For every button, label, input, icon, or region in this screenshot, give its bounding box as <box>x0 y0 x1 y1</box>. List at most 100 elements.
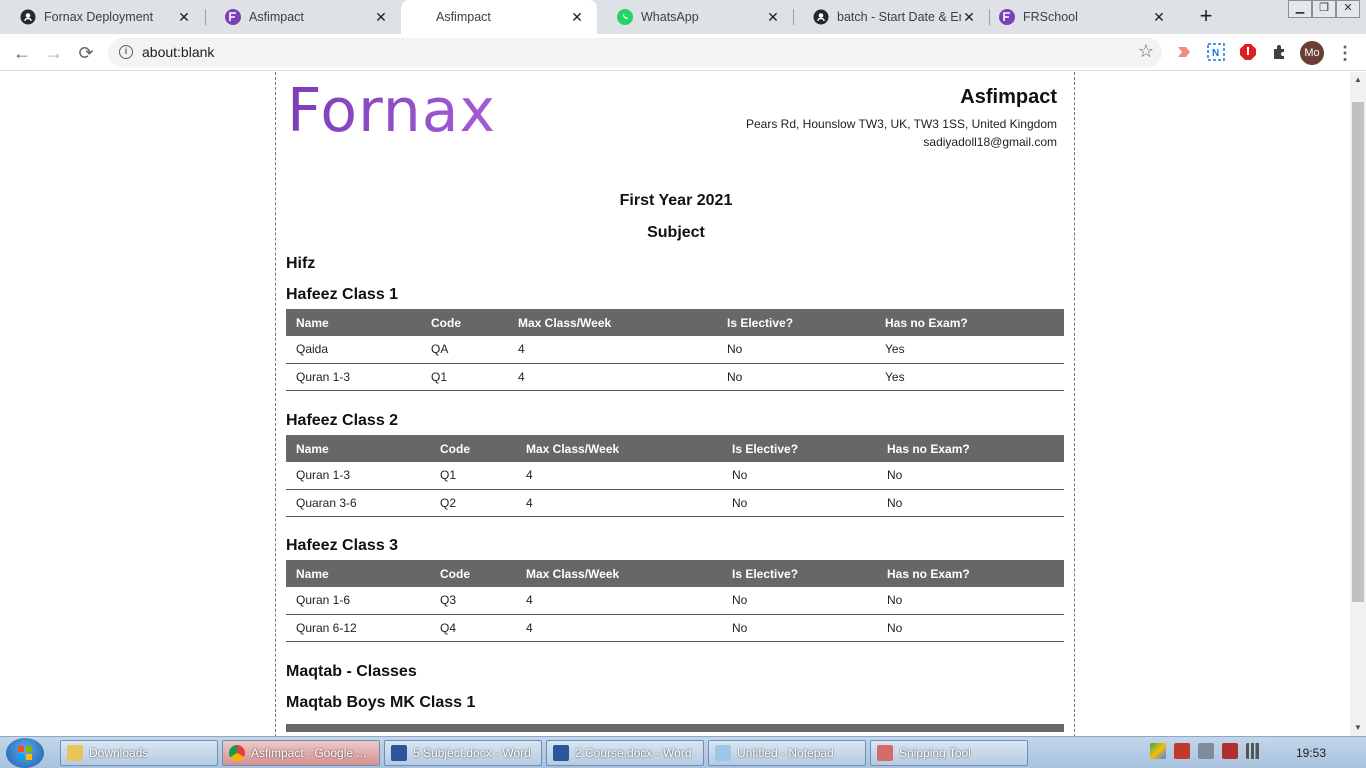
forward-button[interactable]: → <box>42 41 66 65</box>
table-header-partial <box>286 724 1064 732</box>
speaker-icon[interactable] <box>1198 743 1214 759</box>
extensions-puzzle-icon[interactable] <box>1271 43 1289 61</box>
tab-asfimpact-active[interactable]: Asfimpact ✕ <box>401 0 597 34</box>
column-header-max-class: Max Class/Week <box>508 309 717 336</box>
class-heading: Maqtab Boys MK Class 1 <box>286 694 476 711</box>
cell-max-class: 4 <box>516 587 722 615</box>
cell-no-exam: No <box>877 587 1064 615</box>
close-icon[interactable]: ✕ <box>176 9 192 25</box>
column-header-no-exam: Has no Exam? <box>877 560 1064 587</box>
back-button[interactable]: ← <box>10 41 34 65</box>
tab-title: FRSchool <box>1023 10 1078 24</box>
year-title: First Year 2021 <box>619 192 733 209</box>
close-icon[interactable]: ✕ <box>373 9 389 25</box>
whatsapp-icon <box>617 9 633 25</box>
cell-max-class: 4 <box>516 489 722 517</box>
network-warning-icon[interactable] <box>1222 743 1238 759</box>
reload-button[interactable]: ⟳ <box>74 41 98 65</box>
tab-title: batch - Start Date & End <box>837 10 961 24</box>
cell-code: Q1 <box>430 462 516 490</box>
scroll-down-arrow-icon[interactable]: ▼ <box>1350 720 1366 736</box>
word-icon <box>391 745 407 761</box>
column-header-name: Name <box>286 560 430 587</box>
scrollbar-thumb[interactable] <box>1352 102 1364 602</box>
section-heading-maqtab: Maqtab - Classes <box>286 663 417 680</box>
table-row: Quran 6-12 Q4 4 No No <box>286 614 1064 642</box>
address-bar[interactable]: i about:blank ☆ <box>108 38 1162 67</box>
cell-code: Q3 <box>430 587 516 615</box>
google-drive-icon[interactable] <box>1150 743 1166 759</box>
tab-whatsapp[interactable]: WhatsApp ✕ <box>597 0 793 34</box>
taskbar-item-word-subject[interactable]: 5 Subject.docx - Word <box>384 740 542 766</box>
cell-no-exam: No <box>877 462 1064 490</box>
new-tab-button[interactable]: + <box>1194 5 1218 29</box>
column-header-max-class: Max Class/Week <box>516 560 722 587</box>
tab-batch-github[interactable]: batch - Start Date & End ✕ <box>793 0 989 34</box>
tab-frschool[interactable]: FRSchool ✕ <box>979 0 1179 34</box>
extension-n-icon[interactable]: N <box>1207 43 1225 61</box>
taskbar-item-label: 2 Course.docx - Word <box>575 746 692 760</box>
tab-title: Asfimpact <box>436 10 491 24</box>
subject-title: Subject <box>647 224 705 241</box>
taskbar-item-downloads[interactable]: Downloads <box>60 740 218 766</box>
cell-code: QA <box>421 336 508 364</box>
column-header-name: Name <box>286 435 430 462</box>
close-icon[interactable]: ✕ <box>765 9 781 25</box>
cell-max-class: 4 <box>516 462 722 490</box>
restore-button[interactable]: ❐ <box>1312 0 1336 18</box>
cell-no-exam: No <box>877 614 1064 642</box>
taskbar-item-label: 5 Subject.docx - Word <box>413 746 531 760</box>
more-menu-icon[interactable]: ⋮ <box>1336 41 1354 65</box>
taskbar-clock[interactable]: 19:53 <box>1296 746 1326 760</box>
tab-title: WhatsApp <box>641 10 699 24</box>
company-email: sadiyadoll18@gmail.com <box>923 135 1057 149</box>
taskbar-item-word-course[interactable]: 2 Course.docx - Word <box>546 740 704 766</box>
profile-avatar[interactable]: Mo <box>1300 41 1324 65</box>
cell-max-class: 4 <box>516 614 722 642</box>
cell-no-exam: No <box>877 489 1064 517</box>
column-header-elective: Is Elective? <box>722 435 877 462</box>
column-header-max-class: Max Class/Week <box>516 435 722 462</box>
class-heading: Hafeez Class 3 <box>286 537 399 554</box>
fornax-logo: Fornax <box>287 76 496 146</box>
company-address: Pears Rd, Hounslow TW3, UK, TW3 1SS, Uni… <box>745 117 1057 131</box>
github-icon <box>813 9 829 25</box>
tab-title: Asfimpact <box>249 10 304 24</box>
minimize-button[interactable]: ▁ <box>1288 0 1312 18</box>
security-icon[interactable] <box>1174 743 1190 759</box>
close-window-button[interactable]: ✕ <box>1336 0 1360 18</box>
cell-elective: No <box>717 336 875 364</box>
class-heading: Hafeez Class 1 <box>286 286 399 303</box>
column-header-name: Name <box>286 309 421 336</box>
url-text[interactable]: about:blank <box>142 44 214 60</box>
subject-table: Name Code Max Class/Week Is Elective? Ha… <box>286 560 1064 642</box>
extension-adblock-icon[interactable] <box>1239 43 1257 61</box>
windows-taskbar: Downloads Asfimpact - Google ... 5 Subje… <box>0 736 1366 768</box>
info-icon[interactable]: i <box>119 45 133 59</box>
taskbar-item-chrome[interactable]: Asfimpact - Google ... <box>222 740 380 766</box>
cell-elective: No <box>722 587 877 615</box>
tab-asfimpact-1[interactable]: Asfimpact ✕ <box>205 0 401 34</box>
cell-name: Quran 1-6 <box>286 587 430 615</box>
bookmark-star-icon[interactable]: ☆ <box>1138 41 1154 62</box>
section-heading-hifz: Hifz <box>286 255 316 272</box>
notepad-icon <box>715 745 731 761</box>
taskbar-item-snipping-tool[interactable]: Snipping Tool <box>870 740 1028 766</box>
close-icon[interactable]: ✕ <box>569 9 585 25</box>
close-icon[interactable]: ✕ <box>1151 9 1167 25</box>
taskbar-item-label: Snipping Tool <box>899 746 971 760</box>
signal-icon[interactable] <box>1246 743 1262 759</box>
cell-name: Quran 1-3 <box>286 462 430 490</box>
system-tray <box>1150 743 1270 759</box>
start-button[interactable] <box>6 738 44 768</box>
vertical-scrollbar[interactable]: ▲ ▼ <box>1350 72 1366 736</box>
close-icon[interactable]: ✕ <box>961 9 977 25</box>
table-row: Quran 1-3 Q1 4 No Yes <box>286 363 1064 391</box>
tab-fornax-deployment[interactable]: Fornax Deployment ✕ <box>0 0 204 34</box>
cell-elective: No <box>722 489 877 517</box>
fornax-icon <box>225 9 241 25</box>
cell-elective: No <box>722 462 877 490</box>
scroll-up-arrow-icon[interactable]: ▲ <box>1350 72 1366 88</box>
taskbar-item-notepad[interactable]: Untitled - Notepad <box>708 740 866 766</box>
extension-cast-icon[interactable] <box>1175 43 1193 61</box>
